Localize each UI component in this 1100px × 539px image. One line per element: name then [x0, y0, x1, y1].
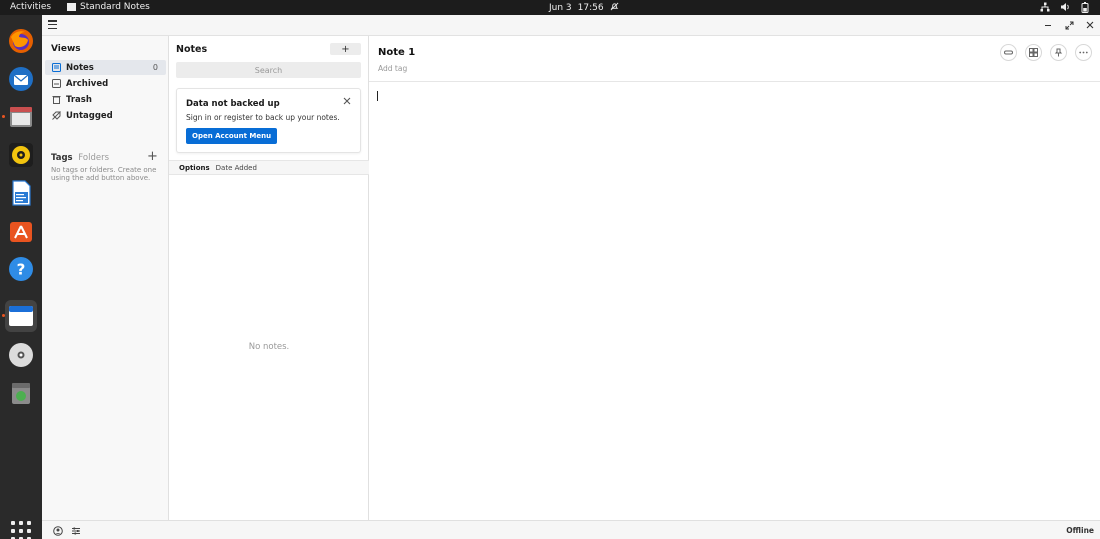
notes-count: 0 [152, 63, 158, 72]
show-applications-icon[interactable] [11, 521, 31, 539]
tags-tab[interactable]: Tags [51, 153, 73, 163]
backup-title: Data not backed up [186, 99, 280, 109]
notes-icon [52, 63, 61, 72]
close-window-icon[interactable] [1083, 18, 1097, 32]
system-tray[interactable] [1040, 1, 1090, 13]
notes-heading: Notes [176, 44, 208, 55]
search-input[interactable] [176, 62, 361, 78]
add-note-button[interactable]: + [330, 43, 361, 55]
sort-label: Date Added [215, 163, 257, 172]
trash-can-icon [52, 95, 61, 104]
note-title[interactable]: Note 1 [378, 47, 415, 58]
editor-toolbar [1000, 44, 1092, 61]
note-editor: Note 1 Add tag [369, 36, 1100, 520]
network-icon[interactable] [1040, 1, 1050, 13]
sync-status[interactable]: Offline [1066, 526, 1094, 535]
trash-icon[interactable] [5, 377, 37, 409]
views-panel: Views Notes 0 Archived Trash Untagged Ta… [42, 36, 169, 520]
backup-description: Sign in or register to back up your note… [186, 113, 340, 122]
dock: ? [0, 15, 42, 539]
disc-icon[interactable] [5, 339, 37, 371]
software-icon[interactable] [5, 215, 37, 247]
files-icon[interactable] [2, 101, 37, 133]
thunderbird-icon[interactable] [5, 63, 37, 95]
options-bar[interactable]: Options Date Added [169, 160, 369, 175]
add-tag-input[interactable]: Add tag [378, 64, 407, 73]
maximize-icon[interactable] [1062, 18, 1076, 32]
views-heading: Views [51, 44, 81, 54]
date: Jun 3 [549, 3, 572, 13]
view-item-label: Trash [66, 94, 92, 105]
volume-icon[interactable] [1060, 1, 1070, 13]
hamburger-menu-icon[interactable] [48, 20, 57, 29]
clock[interactable]: Jun 3 17:56 [549, 2, 619, 14]
standard-notes-window: Views Notes 0 Archived Trash Untagged Ta… [42, 15, 1100, 539]
notifications-off-icon [610, 2, 619, 14]
firefox-icon[interactable] [5, 25, 37, 57]
empty-notes-message: No notes. [248, 342, 290, 352]
rhythmbox-icon[interactable] [5, 139, 37, 171]
svg-text:?: ? [17, 261, 26, 279]
open-account-menu-button[interactable]: Open Account Menu [186, 128, 278, 144]
tags-folders-header: Tags Folders [51, 153, 109, 163]
app-menu[interactable]: Standard Notes [67, 2, 150, 12]
archive-icon [52, 79, 61, 88]
backup-warning-card: Data not backed up Sign in or register t… [176, 88, 361, 153]
editor-divider [369, 81, 1100, 82]
standard-notes-icon[interactable] [2, 300, 37, 332]
window-titlebar [42, 15, 1100, 36]
view-item-label: Untagged [66, 110, 113, 121]
editor-switch-icon[interactable] [1025, 44, 1042, 61]
activities-button[interactable]: Activities [10, 2, 51, 12]
status-footer: Offline [42, 520, 1100, 539]
more-options-icon[interactable] [1075, 44, 1092, 61]
attach-icon[interactable] [1000, 44, 1017, 61]
help-icon[interactable]: ? [5, 253, 37, 285]
add-tag-button[interactable]: + [147, 149, 158, 164]
view-item-archived[interactable]: Archived [45, 76, 166, 91]
app-name: Standard Notes [80, 2, 150, 12]
view-item-label: Archived [66, 78, 109, 89]
text-cursor [377, 91, 378, 101]
tags-empty-message: No tags or folders. Create one using the… [51, 166, 157, 182]
account-icon[interactable] [52, 525, 63, 536]
window-icon [67, 3, 76, 11]
minimize-icon[interactable] [1041, 18, 1055, 32]
view-item-untagged[interactable]: Untagged [45, 108, 166, 123]
pin-icon[interactable] [1050, 44, 1067, 61]
writer-icon[interactable] [5, 177, 37, 209]
view-item-notes[interactable]: Notes 0 [45, 60, 166, 75]
folders-tab[interactable]: Folders [78, 153, 109, 163]
running-indicator [2, 314, 5, 317]
close-icon[interactable] [343, 97, 351, 108]
view-item-label: Notes [66, 62, 94, 73]
time: 17:56 [577, 3, 604, 13]
options-label[interactable]: Options [179, 164, 210, 172]
battery-icon[interactable] [1080, 1, 1090, 13]
view-item-trash[interactable]: Trash [45, 92, 166, 107]
preferences-icon[interactable] [70, 525, 81, 536]
notes-list-panel: Notes + Data not backed up Sign in or re… [169, 36, 369, 520]
running-indicator [2, 115, 5, 118]
system-top-bar: Activities Standard Notes Jun 3 17:56 [0, 0, 1100, 15]
untagged-icon [52, 111, 61, 120]
